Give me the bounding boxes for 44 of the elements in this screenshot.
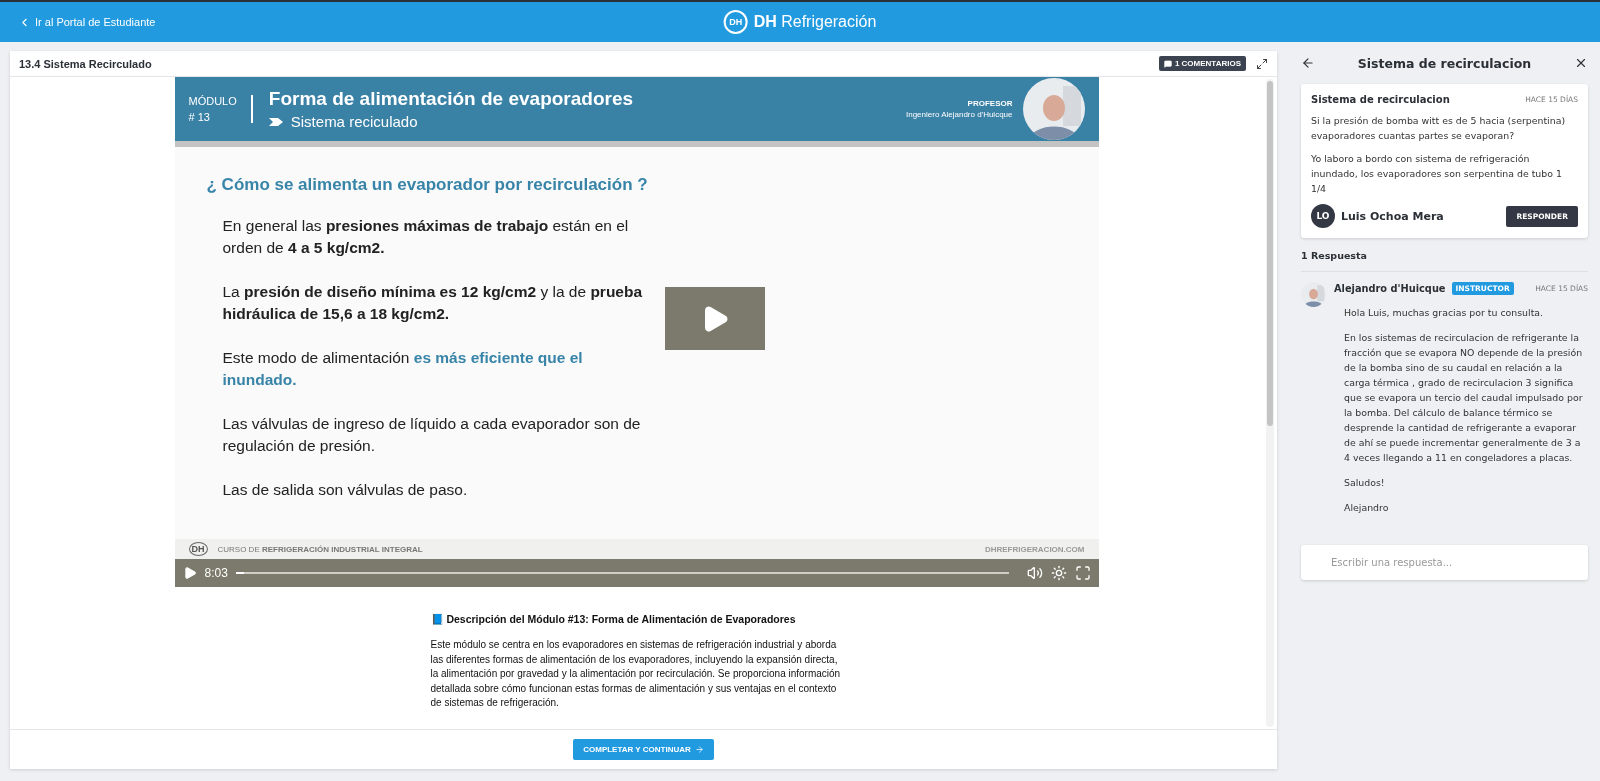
logo-mark: DH [723, 10, 748, 34]
comment-icon [1163, 59, 1172, 68]
module-label: MÓDULO [188, 95, 237, 107]
chevron-arrow-icon [268, 117, 283, 126]
settings-icon[interactable] [1050, 565, 1067, 581]
slide-paragraph: Las de salida son válvulas de paso. [222, 480, 469, 500]
reply-count: 1 Respuesta [1301, 238, 1588, 272]
description-title: 📘 Descripción del Módulo #13: Forma de Alimentación de Evaporadores [430, 613, 797, 626]
expand-icon[interactable] [1256, 57, 1268, 70]
course-name: CURSO DE REFRIGERACIÓN INDUSTRIAL INTEGRAL [217, 544, 424, 554]
question-text: Si la presión de bomba witt es de 5 hacia (serpentina) evaporadores cuantas partes se evaporan? [1311, 114, 1567, 143]
teacher-name: Ingeniero Alejandro d'Huicque [906, 110, 1013, 119]
slide-title: Forma de alimentación de evaporadores [268, 88, 635, 110]
module-number: # 13 [188, 111, 211, 123]
author-name: Luis Ochoa Mera [1341, 209, 1445, 223]
slide-paragraph: Las válvulas de ingreso de líquido a cada evaporador son de regulación de presión. [222, 414, 642, 456]
close-icon[interactable] [1574, 56, 1588, 70]
slide-paragraph: En general las presiones máximas de trabajo están en el orden de 4 a 5 kg/cm2. [222, 216, 630, 258]
reply-field[interactable]: Escribir una respuesta... [1301, 545, 1588, 580]
question-title: Sistema de recirculacion [1311, 94, 1450, 105]
slide-paragraph: Este modo de alimentación es más eficiente que el inundado. [222, 348, 584, 390]
slide-subtitle: Sistema reciculado [268, 113, 906, 130]
reply-text: En los sistemas de recirculacion de refrigerante la fracción que se evapora NO depende de la presión de la bomba sino de su caudal en relación a la carga térmica , grado de recirculacion 3 significa que se evapora un tercio del caudal impulsado por la bomba. Del cálculo de balance térmico se desprende la cantidad de refrigerante a evaporar de ahí se puede incrementar generalmente de 3 a 4 veces llegando a 11 en congeladores a placas. [1344, 331, 1584, 465]
comments-button[interactable]: 1 COMENTARIOS [1158, 56, 1246, 71]
play-icon[interactable] [182, 566, 197, 580]
arrow-right-icon [694, 745, 704, 754]
lesson-title: 13.4 Sistema Recirculado [19, 57, 153, 70]
reply-text: Saludos! [1344, 476, 1386, 490]
reply-text: Alejandro [1344, 501, 1390, 515]
description-text: Este módulo se centra en los evaporadores en sistemas de refrigeración industrial y aborda las diferentes formas de alimentación de los evaporadores, incluyendo la expansión directa, la alimentación por gravedad y la alimentación por recirculación. Se proporciona información detallada sobre cómo funcionan estas formas de alimentación y sus ventajas en el contexto de sistemas de refrigeración. [430, 638, 842, 710]
reply-text: Hola Luis, muchas gracias por tu consulta. [1344, 306, 1545, 320]
slide-paragraph: La presión de diseño mínima es 12 kg/cm2 y la de prueba hidráulica de 15,6 a 18 kg/cm2. [222, 282, 643, 324]
play-button[interactable] [664, 287, 765, 350]
user-avatar: LO [1311, 204, 1335, 228]
playback-time: 8:03 [204, 566, 228, 580]
question-text: Yo laboro a bordo con sistema de refrigeración inundado, los evaporadores son serpentina de tubo 1 1/4 [1311, 152, 1563, 196]
brand-name: DH Refrigeración [753, 13, 877, 31]
volume-icon[interactable] [1026, 565, 1043, 581]
slide-question: ¿ Cómo se alimenta un evaporador por recirculación ? [206, 175, 649, 195]
fullscreen-icon[interactable] [1074, 565, 1091, 581]
author-name: Alejandro d'Huicque [1334, 283, 1446, 294]
teacher-label: PROFESOR [967, 99, 1013, 108]
site-name: DHREFRIGERACION.COM [984, 544, 1085, 554]
panel-title: Sistema de recirculacion [1357, 55, 1532, 71]
